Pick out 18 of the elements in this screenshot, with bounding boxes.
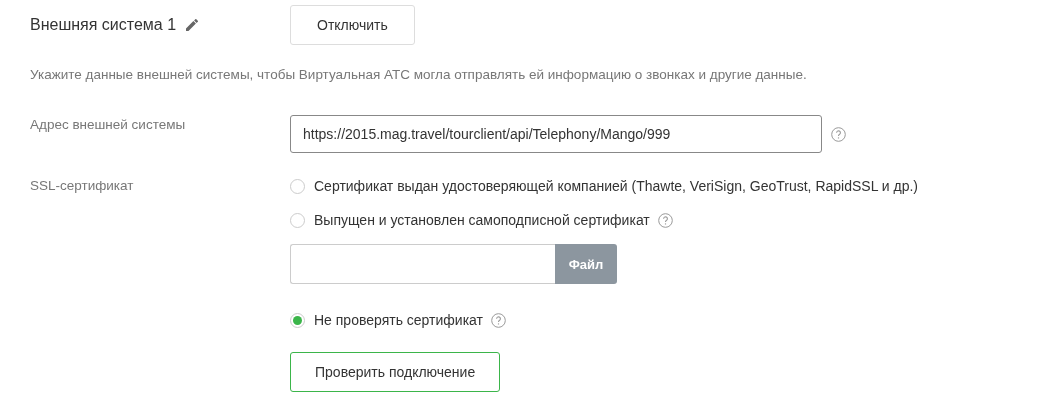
radio-button[interactable] [290,212,305,228]
file-field[interactable] [290,244,555,284]
section-title: Внешняя система 1 [30,16,177,34]
field-label: SSL-сертификат [30,177,135,193]
option-label: Сертификат выдан удостоверяющей компанией (Thawte, VeriSign, GeoTrust, RapidSSL и др.) [314,178,919,194]
field-label: Адрес внешней системы [30,116,187,132]
help-icon[interactable] [831,126,846,142]
option-label: Не проверять сертификат [314,312,483,328]
help-icon[interactable] [657,212,673,228]
edit-icon[interactable] [186,19,199,31]
address-field[interactable]: https://2015.mag.travel/tourclient/api/Telephony/Mango/999 [290,115,822,153]
radio-button[interactable] [290,312,305,328]
option-label: Выпущен и установлен самоподписной сертификат [314,212,650,228]
help-icon[interactable] [491,312,506,328]
check-connection-button[interactable]: Проверить подключение [290,352,501,392]
description-text: Укажите данные внешней системы, чтобы Виртуальная АТС могла отправлять ей информацию о звонках и другие данные. [30,67,808,82]
disable-button[interactable]: Отключить [290,5,415,45]
radio-button[interactable] [290,178,305,194]
